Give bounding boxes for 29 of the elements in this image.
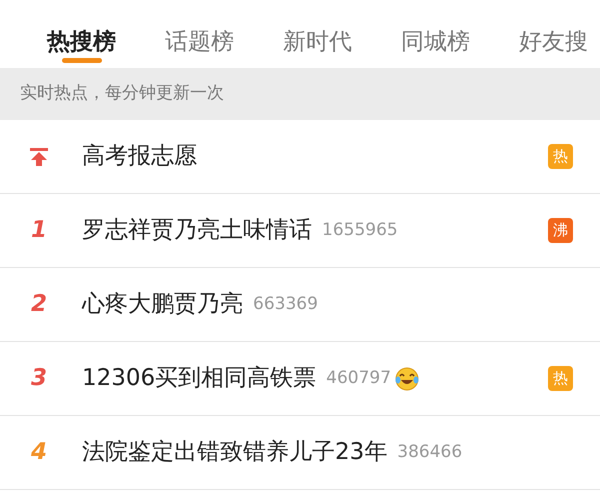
topic-title: 12306买到相同高铁票 [82, 364, 316, 392]
hot-badge: 沸 [548, 218, 573, 243]
active-tab-indicator [62, 58, 102, 63]
tab[interactable]: 同城榜 [401, 0, 470, 68]
search-count: 1655965 [322, 218, 398, 242]
tab[interactable]: 新时代 [283, 0, 352, 68]
topic-title: 高考报志愿 [82, 142, 197, 170]
notice-text: 实时热点，每分钟更新一次 [0, 68, 600, 120]
search-count: 386466 [397, 440, 462, 464]
rank-number: 1 [30, 219, 47, 242]
rank-number: 3 [30, 367, 47, 390]
topic-title: 心疼大鹏贾乃亮 [82, 290, 243, 318]
tab[interactable]: 好友搜 [519, 0, 588, 68]
search-count: 460797 [326, 366, 392, 390]
tab[interactable]: 热搜榜 [47, 0, 116, 68]
list-row[interactable]: 4 法院鉴定出错致错养儿子23年 386466 [0, 416, 600, 490]
tab[interactable]: 话题榜 [165, 0, 234, 68]
topic-title: 法院鉴定出错致错养儿子23年 [82, 438, 388, 466]
topic-title: 罗志祥贾乃亮土味情话 [82, 216, 312, 244]
list-row[interactable]: 3 12306买到相同高铁票 460797 热 [0, 342, 600, 416]
hot-badge: 热 [548, 144, 573, 169]
hot-badge: 热 [548, 366, 573, 391]
list-row[interactable]: 2 心疼大鹏贾乃亮 663369 [0, 268, 600, 342]
search-count: 663369 [253, 292, 318, 316]
list-row[interactable]: 高考报志愿 热 [0, 120, 600, 194]
pin-top-icon [29, 146, 49, 166]
rank-number: 4 [30, 441, 47, 464]
rank-number: 2 [30, 293, 47, 316]
list-row[interactable]: 1 罗志祥贾乃亮土味情话 1655965 沸 [0, 194, 600, 268]
